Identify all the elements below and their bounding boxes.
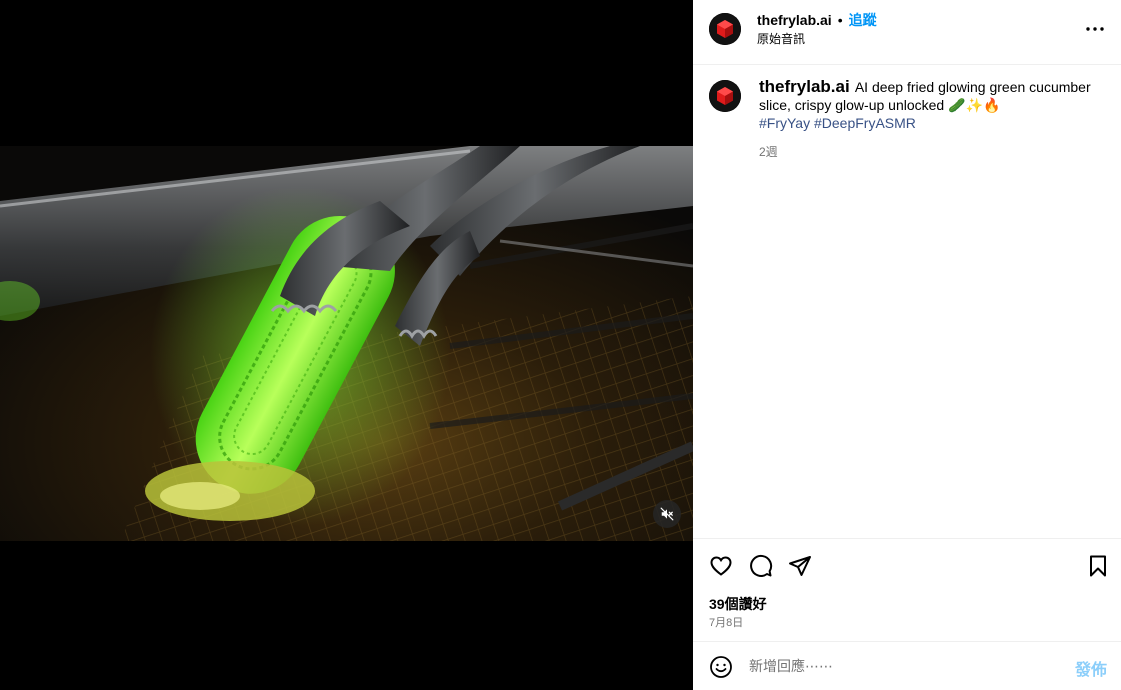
post-side-panel: thefrylab.ai • 追蹤 原始音訊 thefrylab.ai AI d… xyxy=(693,0,1121,690)
post-date[interactable]: 7月8日 xyxy=(709,614,743,630)
heart-icon xyxy=(710,556,732,576)
more-horizontal-icon xyxy=(1086,27,1104,31)
send-icon xyxy=(789,556,811,576)
like-count[interactable]: 39個讚好 xyxy=(709,594,767,614)
media-pane xyxy=(0,0,693,690)
speaker-muted-icon xyxy=(660,507,674,521)
more-options-button[interactable] xyxy=(1083,17,1107,41)
post-comment-button[interactable]: 發佈 xyxy=(1075,656,1107,680)
comment-bar: 發佈 xyxy=(693,641,1121,690)
comment-button[interactable] xyxy=(747,552,775,580)
cube-logo-icon xyxy=(709,80,741,112)
action-bar: 39個讚好 7月8日 xyxy=(693,538,1121,641)
post-caption: thefrylab.ai AI deep fried glowing green… xyxy=(759,78,1103,132)
emoji-icon xyxy=(710,656,732,678)
comment-icon xyxy=(750,554,773,577)
post-header: thefrylab.ai • 追蹤 原始音訊 xyxy=(693,0,1121,65)
bookmark-icon xyxy=(1090,555,1106,577)
separator-dot: • xyxy=(837,12,843,28)
comment-input[interactable] xyxy=(749,654,1049,678)
save-button[interactable] xyxy=(1084,552,1112,580)
share-button[interactable] xyxy=(786,552,814,580)
header-title-row: thefrylab.ai • 追蹤 xyxy=(757,11,877,29)
hashtag-link[interactable]: #DeepFryASMR xyxy=(814,115,916,131)
mute-toggle-button[interactable] xyxy=(653,500,681,528)
instagram-post-view: thefrylab.ai • 追蹤 原始音訊 thefrylab.ai AI d… xyxy=(0,0,1121,690)
follow-button[interactable]: 追蹤 xyxy=(849,11,877,29)
emoji-button[interactable] xyxy=(709,655,733,679)
video-frame-image xyxy=(0,146,693,541)
header-username[interactable]: thefrylab.ai xyxy=(757,11,832,29)
caption-avatar[interactable] xyxy=(709,80,741,112)
post-video[interactable] xyxy=(0,146,693,541)
caption-username[interactable]: thefrylab.ai xyxy=(759,77,850,96)
caption-timestamp[interactable]: 2週 xyxy=(759,143,778,160)
hashtag-link[interactable]: #FryYay xyxy=(759,115,810,131)
caption-section: thefrylab.ai AI deep fried glowing green… xyxy=(693,64,1121,538)
like-button[interactable] xyxy=(707,552,735,580)
cube-logo-icon xyxy=(709,13,741,45)
audio-label[interactable]: 原始音訊 xyxy=(757,31,805,47)
hashtag-list: #FryYay #DeepFryASMR xyxy=(759,115,916,131)
avatar[interactable] xyxy=(709,13,741,45)
